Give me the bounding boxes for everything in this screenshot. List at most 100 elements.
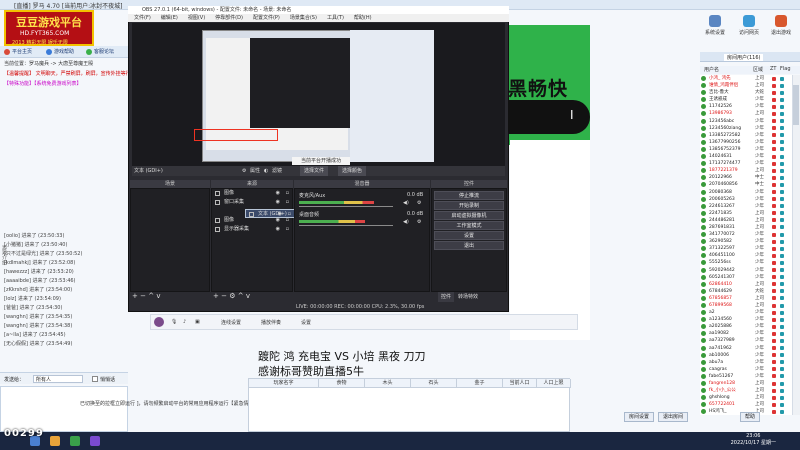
scenes-panel[interactable] xyxy=(130,188,210,292)
list-item[interactable]: 11742526 少年 xyxy=(700,103,792,110)
browser-icon[interactable] xyxy=(70,436,80,446)
list-item[interactable]: a2 少年 xyxy=(700,309,792,316)
help-button[interactable]: 帮助 xyxy=(740,412,760,422)
col-area[interactable]: 区域 xyxy=(753,66,763,73)
obs-menu-item[interactable]: 场景集合(S) xyxy=(290,15,317,21)
camera-icon[interactable]: ▣ xyxy=(195,319,200,325)
volume-slider[interactable] xyxy=(299,206,393,207)
obs-menu-item[interactable]: 工具(T) xyxy=(327,15,344,21)
user-list-scrollbar[interactable] xyxy=(792,75,800,415)
selection-bounding-box[interactable] xyxy=(194,129,278,141)
obs-control-button[interactable]: 设置 xyxy=(434,231,504,240)
list-item[interactable]: 13986793 上司 xyxy=(700,110,792,117)
eye-icon[interactable]: ◉ xyxy=(276,216,280,225)
chat-target-select[interactable]: 所有人 xyxy=(33,375,83,383)
col-username[interactable]: 用户名 xyxy=(704,66,719,73)
filters-button[interactable]: 滤镜 xyxy=(272,166,282,176)
list-item[interactable]: 20122966 中士 xyxy=(700,174,792,181)
eye-icon[interactable]: ◉ xyxy=(276,189,280,198)
scrollbar-thumb[interactable] xyxy=(793,85,799,125)
list-item[interactable]: 200605263 少年 xyxy=(700,196,792,203)
list-item[interactable]: 406451100 少年 xyxy=(700,252,792,259)
controls-tab[interactable]: 控件 xyxy=(438,292,455,302)
source-item[interactable]: 窗口采集 ◉ ▫ xyxy=(212,198,292,207)
obs-control-button[interactable]: 退出 xyxy=(434,241,504,250)
speaker-icon[interactable]: ♪ xyxy=(183,319,186,325)
exit-room-button[interactable]: 退出房间 xyxy=(658,412,688,422)
list-item[interactable]: 1877221379 上司 xyxy=(700,167,792,174)
list-item[interactable]: 341770072 少年 xyxy=(700,231,792,238)
obs-menu-item[interactable]: 帮助(H) xyxy=(354,15,372,21)
list-item[interactable]: 谁情_鸿霞伴侣 上司 xyxy=(700,82,792,89)
add-scene-icon[interactable]: + xyxy=(132,292,138,300)
obs-menu-item[interactable]: 文件(F) xyxy=(134,15,151,21)
nav-help-button[interactable]: 游戏帮助 xyxy=(46,48,74,56)
eye-icon[interactable]: ◉ xyxy=(276,198,280,207)
source-item[interactable]: 图像 ◉ ▫ xyxy=(212,189,292,198)
list-item[interactable]: 1234560ziang 少年 xyxy=(700,125,792,132)
filter-icon[interactable]: ◐ xyxy=(264,166,268,176)
list-item[interactable]: a2025886 少年 xyxy=(700,323,792,330)
list-item[interactable]: 605241307 少年 xyxy=(700,274,792,281)
move-down-icon[interactable]: v xyxy=(156,292,160,300)
volume-slider[interactable] xyxy=(299,225,393,226)
obs-icon[interactable] xyxy=(90,436,100,446)
list-item[interactable]: 13856752379 少年 xyxy=(700,146,792,153)
obs-control-button[interactable]: 工作室模式 xyxy=(434,221,504,230)
list-item[interactable]: fabe51267 少年 xyxy=(700,373,792,380)
list-item[interactable]: 王诱惑成 少年 xyxy=(700,96,792,103)
list-item[interactable]: fk_小小_公公 上司 xyxy=(700,387,792,394)
list-item[interactable]: 657722401 上司 xyxy=(700,401,792,408)
list-item[interactable]: 224613267 少年 xyxy=(700,203,792,210)
visit-web-button[interactable]: 访问网页 xyxy=(738,12,760,42)
list-item[interactable]: ghshlong 上司 xyxy=(700,394,792,401)
obs-control-button[interactable]: 停止推流 xyxy=(434,191,504,200)
folder-icon[interactable] xyxy=(50,436,60,446)
list-item[interactable]: 371322597 少年 xyxy=(700,245,792,252)
clock[interactable]: 23:06 2022/10/17 星期一 xyxy=(731,433,776,447)
nav-forum-button[interactable]: 客服论坛 xyxy=(86,48,114,56)
list-item[interactable]: caagras 少年 xyxy=(700,366,792,373)
lock-icon[interactable]: ▫ xyxy=(286,189,289,198)
gear-icon[interactable]: ⚙ xyxy=(417,219,421,225)
avatar[interactable] xyxy=(154,317,164,327)
lock-icon[interactable]: ▫ xyxy=(286,225,289,234)
list-item[interactable]: aa7327989 少年 xyxy=(700,337,792,344)
mic-icon[interactable]: 🎙 xyxy=(171,319,177,325)
list-item[interactable]: 287691831 上司 xyxy=(700,224,792,231)
list-item[interactable]: 67856857 上司 xyxy=(700,295,792,302)
nav-home-button[interactable]: 平台主页 xyxy=(4,48,32,56)
list-item[interactable]: 2070460856 中士 xyxy=(700,181,792,188)
col-zt[interactable]: ZT xyxy=(770,66,776,72)
list-item[interactable]: 592029442 少年 xyxy=(700,267,792,274)
list-item[interactable]: 67899568 上司 xyxy=(700,302,792,309)
add-source-icon[interactable]: + xyxy=(213,292,219,300)
col-flag[interactable]: Flag xyxy=(780,66,791,72)
remove-source-icon[interactable]: − xyxy=(221,292,227,300)
stream-settings-button[interactable]: 设置 xyxy=(301,319,311,326)
obs-control-button[interactable]: 启动虚拟摄像机 xyxy=(434,211,504,220)
room-users-tab[interactable]: 房间用户(116) xyxy=(724,54,764,61)
list-item[interactable]: 13677990256 少年 xyxy=(700,139,792,146)
obs-menu-item[interactable]: 编辑(E) xyxy=(161,15,178,21)
obs-menu-item[interactable]: 视图(V) xyxy=(188,15,205,21)
list-item[interactable]: 67844629 大蛇 xyxy=(700,288,792,295)
transitions-tab[interactable]: 转场特效 xyxy=(458,292,478,302)
obs-menu-item[interactable]: 配置文件(P) xyxy=(253,15,280,21)
gear-icon[interactable]: ⚙ xyxy=(417,200,421,206)
link-settings-button[interactable]: 连线设置 xyxy=(221,319,241,326)
lock-icon[interactable]: ▫ xyxy=(286,216,289,225)
source-down-icon[interactable]: v xyxy=(246,292,250,300)
list-item[interactable]: 吉比-鲁大 大蛇 xyxy=(700,89,792,96)
list-item[interactable]: 20080368 少年 xyxy=(700,189,792,196)
list-item[interactable]: a1234560 少年 xyxy=(700,316,792,323)
list-item[interactable]: abu7a 少年 xyxy=(700,359,792,366)
list-item[interactable]: 小鸿_ 鸿先 上司 xyxy=(700,75,792,82)
move-up-icon[interactable]: ^ xyxy=(148,292,154,300)
source-item[interactable]: 图像 ◉ ▫ xyxy=(212,216,292,225)
platform-logo[interactable]: 豆豆游戏平台 HD.FYT365.COM 2013 精彩无限 娱乐无限 xyxy=(4,10,94,46)
list-item[interactable]: 14024631 少年 xyxy=(700,153,792,160)
remove-scene-icon[interactable]: − xyxy=(140,292,146,300)
list-item[interactable]: aa741962 少年 xyxy=(700,345,792,352)
list-item[interactable]: 17137274477 少年 xyxy=(700,160,792,167)
